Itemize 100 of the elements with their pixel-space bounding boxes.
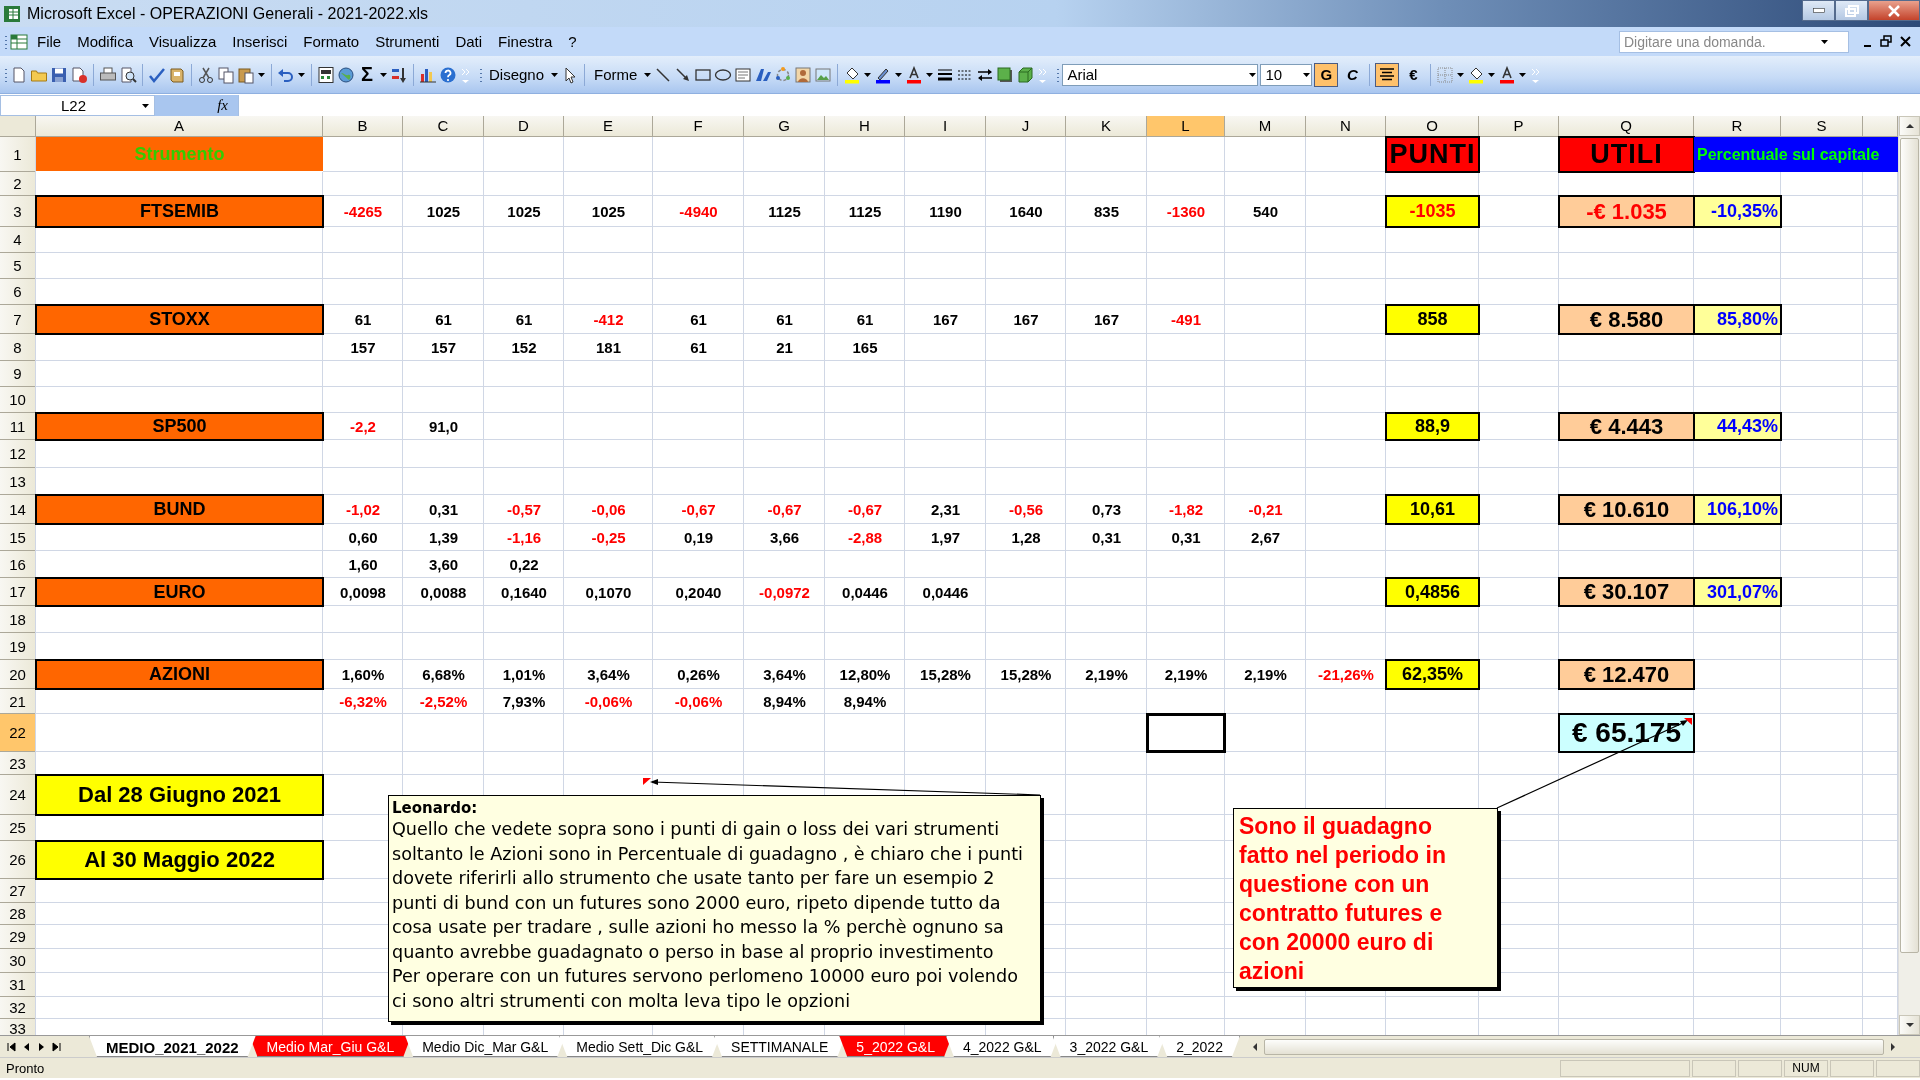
menu-item[interactable]: Strumenti <box>368 30 447 53</box>
row-header[interactable]: 19 <box>0 633 36 660</box>
font-color-icon[interactable] <box>1498 65 1517 84</box>
menu-item[interactable]: Formato <box>296 30 367 53</box>
row-header[interactable]: 30 <box>0 949 36 973</box>
row-header[interactable]: 33 <box>0 1019 36 1035</box>
clipboard-icon[interactable] <box>237 65 255 84</box>
menu-item[interactable]: Visualizza <box>142 30 224 53</box>
caret-icon[interactable] <box>379 70 388 79</box>
caret-icon[interactable] <box>894 70 904 79</box>
restore-icon[interactable] <box>1880 35 1893 48</box>
question-field[interactable]: Digitare una domanda. <box>1619 30 1849 53</box>
row-header[interactable]: 4 <box>0 227 36 253</box>
column-header[interactable]: K <box>1066 116 1147 137</box>
column-header[interactable]: S <box>1781 116 1863 137</box>
menu-item[interactable]: File <box>30 30 69 53</box>
calculator-icon[interactable] <box>317 65 335 84</box>
first-sheet-icon[interactable] <box>6 1040 17 1053</box>
column-header[interactable]: J <box>986 116 1066 137</box>
scissors-icon[interactable] <box>197 65 215 84</box>
row-header[interactable]: 27 <box>0 879 36 903</box>
caret-icon[interactable] <box>297 70 306 79</box>
minimize-button[interactable] <box>1802 0 1835 21</box>
column-header[interactable]: G <box>744 116 825 137</box>
row-header[interactable]: 28 <box>0 903 36 925</box>
menu-item[interactable]: Inserisci <box>225 30 295 53</box>
italic-button[interactable]: C <box>1340 62 1365 87</box>
row-header[interactable]: 26 <box>0 841 36 879</box>
column-header[interactable]: E <box>564 116 653 137</box>
vertical-scrollbar[interactable] <box>1898 116 1920 1035</box>
caret-icon[interactable] <box>1518 70 1528 79</box>
close-button[interactable] <box>1868 0 1920 21</box>
column-header[interactable]: Q <box>1559 116 1694 137</box>
column-header[interactable]: D <box>484 116 564 137</box>
row-header[interactable]: 22 <box>0 714 36 752</box>
caret-icon[interactable] <box>643 70 653 79</box>
autosum-button[interactable]: Σ <box>357 61 377 88</box>
row-header[interactable]: 24 <box>0 775 36 815</box>
last-sheet-icon[interactable] <box>51 1040 62 1053</box>
drawing-menu[interactable]: Disegno <box>485 61 549 88</box>
sort-icon[interactable] <box>390 65 408 84</box>
close-icon[interactable] <box>1899 35 1912 48</box>
euro-button[interactable]: € <box>1401 62 1426 87</box>
row-header[interactable]: 11 <box>0 413 36 440</box>
page-with-stop-icon[interactable] <box>70 65 88 84</box>
paint-bucket-icon[interactable] <box>1467 65 1486 84</box>
caret-icon[interactable] <box>1456 70 1466 79</box>
spreadsheet-document-icon[interactable] <box>10 32 28 51</box>
column-header[interactable]: I <box>905 116 986 137</box>
row-header[interactable]: 31 <box>0 973 36 997</box>
row-header[interactable]: 8 <box>0 334 36 361</box>
paint-bucket-icon[interactable] <box>843 65 862 84</box>
menu-item[interactable]: Modifica <box>70 30 141 53</box>
row-header[interactable]: 7 <box>0 305 36 334</box>
row-header[interactable]: 23 <box>0 752 36 775</box>
printer-icon[interactable] <box>99 65 117 84</box>
page-icon[interactable] <box>10 65 28 84</box>
column-header[interactable]: R <box>1694 116 1781 137</box>
ring-diagram-icon[interactable] <box>774 65 793 84</box>
menu-item[interactable]: Finestra <box>491 30 560 53</box>
font-color-icon[interactable] <box>905 65 924 84</box>
shadow-square-icon[interactable] <box>996 65 1015 84</box>
column-header[interactable]: N <box>1306 116 1386 137</box>
row-header[interactable]: 29 <box>0 925 36 949</box>
restore-button[interactable] <box>1835 0 1868 21</box>
row-header[interactable]: 6 <box>0 279 36 305</box>
row-header[interactable]: 15 <box>0 524 36 551</box>
copy-icon[interactable] <box>217 65 235 84</box>
caret-icon[interactable] <box>1820 37 1829 46</box>
row-header[interactable]: 10 <box>0 387 36 413</box>
row-header[interactable]: 3 <box>0 196 36 227</box>
column-header[interactable]: O <box>1386 116 1479 137</box>
column-header[interactable]: L <box>1147 116 1225 137</box>
caret-icon[interactable] <box>550 70 560 79</box>
row-header[interactable]: 14 <box>0 495 36 524</box>
column-header[interactable]: A <box>36 116 323 137</box>
figure-picture-icon[interactable] <box>794 65 813 84</box>
caret-icon[interactable] <box>257 70 266 79</box>
font-name-field[interactable]: Arial <box>1062 63 1259 86</box>
row-header[interactable]: 9 <box>0 361 36 387</box>
sheet-tab[interactable]: 2_2022 <box>1159 1036 1240 1057</box>
column-header[interactable]: B <box>323 116 403 137</box>
landscape-picture-icon[interactable] <box>814 65 833 84</box>
globe-icon[interactable] <box>337 65 355 84</box>
row-header[interactable]: 12 <box>0 440 36 468</box>
help-icon[interactable] <box>439 65 457 84</box>
row-header[interactable]: 17 <box>0 578 36 606</box>
caret-icon[interactable] <box>1487 70 1497 79</box>
row-header[interactable]: 21 <box>0 689 36 714</box>
row-header[interactable]: 16 <box>0 551 36 578</box>
row-header[interactable]: 20 <box>0 660 36 689</box>
menu-item[interactable]: Dati <box>448 30 490 53</box>
name-box[interactable]: L22 <box>0 94 155 116</box>
text-box-icon[interactable] <box>734 65 753 84</box>
column-header[interactable]: C <box>403 116 484 137</box>
print-preview-icon[interactable] <box>119 65 137 84</box>
row-header[interactable]: 13 <box>0 468 36 495</box>
row-header[interactable]: 2 <box>0 172 36 196</box>
book-icon[interactable] <box>168 65 186 84</box>
column-header[interactable]: P <box>1479 116 1559 137</box>
